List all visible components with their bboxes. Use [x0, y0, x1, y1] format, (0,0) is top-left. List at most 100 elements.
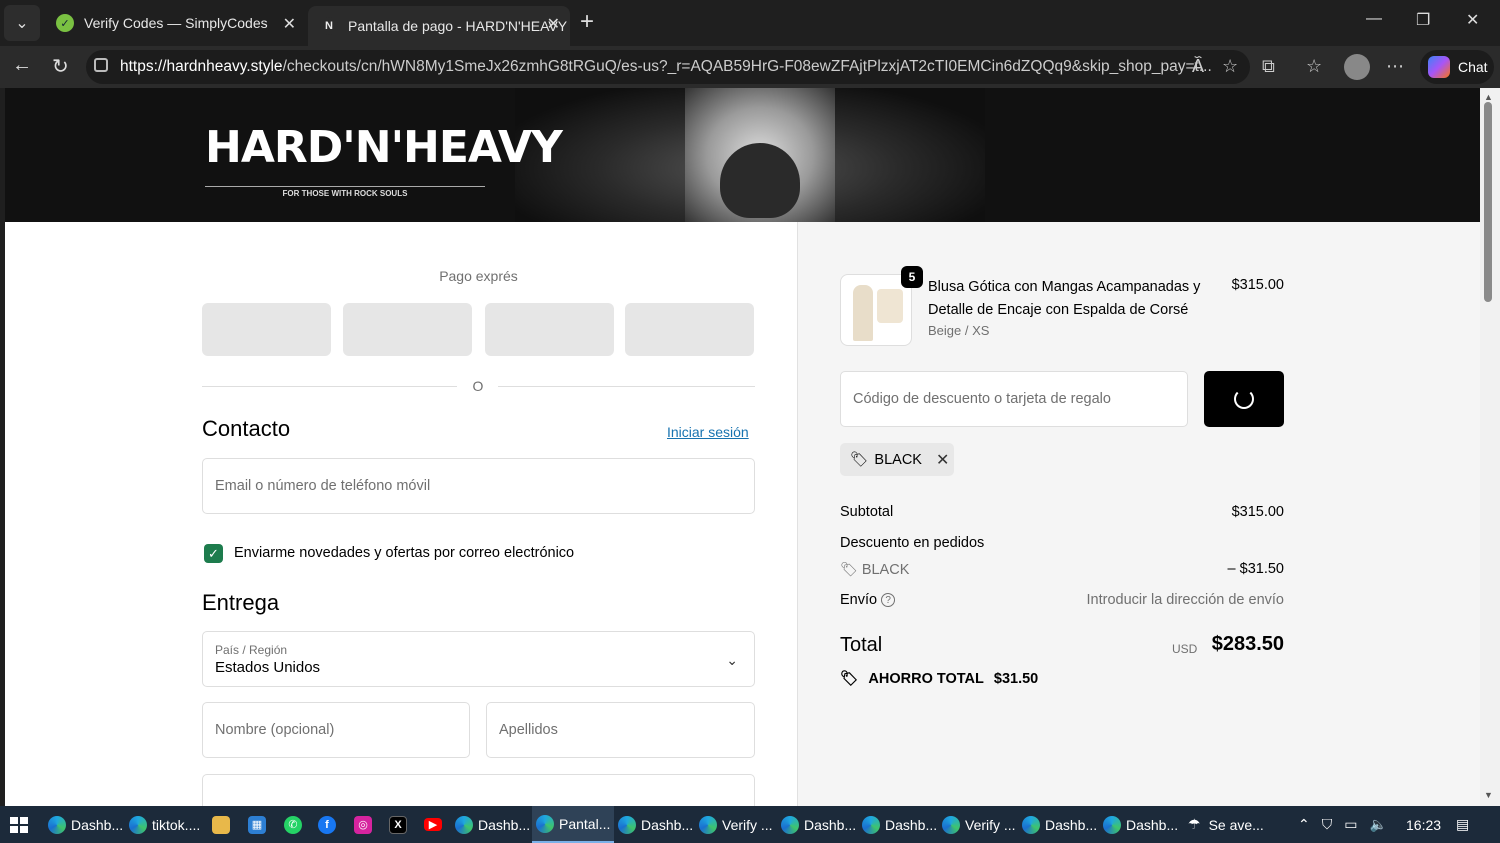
- taskbar-app[interactable]: Dashb...: [1099, 806, 1182, 843]
- discount-detail-row: 🏷 BLACK – $31.50: [840, 561, 1284, 578]
- whatsapp-icon[interactable]: ✆: [280, 806, 306, 843]
- express-pay-button[interactable]: [343, 303, 472, 356]
- taskbar-app-active[interactable]: Pantal...: [532, 806, 615, 843]
- close-tab-icon[interactable]: ✕: [283, 14, 296, 34]
- help-icon[interactable]: ?: [881, 593, 896, 608]
- banner-skull: [720, 143, 800, 218]
- windows-taskbar: Dashb... tiktok.... ▦ ✆ f ◎ X ▶ Dashb...…: [0, 806, 1500, 843]
- currency-code: USD: [1172, 642, 1198, 656]
- copilot-chat-button[interactable]: Chat: [1420, 50, 1494, 84]
- tab-checkout[interactable]: N Pantalla de pago - HARD'N'HEAVY ✕: [308, 6, 570, 46]
- total-label: Total: [840, 634, 883, 656]
- clock[interactable]: 16:23: [1406, 806, 1441, 843]
- instagram-icon[interactable]: ◎: [350, 806, 376, 843]
- tag-icon: 🏷: [840, 561, 858, 577]
- discount-code-input[interactable]: Código de descuento o tarjeta de regalo: [840, 371, 1188, 427]
- logo-tagline: FOR THOSE WITH ROCK SOULS: [205, 186, 485, 198]
- volume-icon[interactable]: 🔈: [1369, 816, 1386, 833]
- notifications-icon[interactable]: ▤: [1456, 806, 1469, 843]
- taskbar-app-label: tiktok....: [152, 816, 201, 833]
- last-name-field[interactable]: Apellidos: [486, 702, 755, 758]
- taskbar-app[interactable]: Dashb...: [1018, 806, 1101, 843]
- site-info-icon[interactable]: [94, 58, 108, 72]
- shield-icon[interactable]: ⛉: [1322, 816, 1333, 833]
- simplycodes-icon: ✓: [56, 14, 74, 32]
- express-pay-button[interactable]: [485, 303, 614, 356]
- subtotal-value: $315.00: [1231, 504, 1284, 520]
- profile-avatar[interactable]: [1344, 54, 1370, 80]
- weather-widget[interactable]: ☂ Se ave...: [1188, 806, 1264, 843]
- close-window-icon[interactable]: ✕: [1466, 10, 1479, 30]
- new-tab-icon[interactable]: +: [580, 8, 594, 36]
- x-icon[interactable]: X: [385, 806, 411, 843]
- favorite-star-icon[interactable]: ☆: [1222, 56, 1238, 77]
- store-logo[interactable]: HARD'N'HEAVY: [205, 126, 563, 170]
- chat-label: Chat: [1458, 59, 1488, 75]
- discount-code: BLACK: [861, 562, 910, 578]
- restore-icon[interactable]: ❐: [1416, 10, 1430, 30]
- scroll-down-icon[interactable]: ▼: [1484, 790, 1493, 800]
- taskbar-app-label: Dashb...: [804, 816, 857, 833]
- checkmark-icon: ✓: [208, 545, 219, 561]
- order-discount-row: Descuento en pedidos: [840, 535, 1284, 551]
- subtotal-label: Subtotal: [840, 504, 894, 520]
- country-select[interactable]: País / Región Estados Unidos ⌄: [202, 631, 755, 687]
- taskbar-app[interactable]: Verify ...: [695, 806, 777, 843]
- newsletter-checkbox[interactable]: ✓: [204, 544, 223, 563]
- tab-title: Pantalla de pago - HARD'N'HEAVY: [348, 18, 568, 34]
- taskbar-app[interactable]: tiktok....: [125, 806, 204, 843]
- remove-discount-icon[interactable]: ✕: [936, 450, 949, 470]
- tab-list-button[interactable]: ⌄: [4, 5, 40, 41]
- more-menu-icon[interactable]: ⋯: [1386, 56, 1404, 77]
- file-explorer-icon[interactable]: [208, 806, 234, 843]
- email-field[interactable]: Email o número de teléfono móvil: [202, 458, 755, 514]
- scrollbar-thumb[interactable]: [1484, 102, 1492, 302]
- address-field[interactable]: [202, 774, 755, 806]
- quantity-badge: 5: [901, 266, 923, 288]
- shipping-row: Envío? Introducir la dirección de envío: [840, 592, 1284, 608]
- express-pay-button[interactable]: [625, 303, 754, 356]
- product-image-model: [853, 285, 873, 341]
- taskbar-app[interactable]: Dashb...: [777, 806, 860, 843]
- taskbar-app[interactable]: Verify ...: [938, 806, 1020, 843]
- tab-verify-codes[interactable]: ✓ Verify Codes — SimplyCodes ✕: [44, 6, 306, 40]
- address-bar[interactable]: https://hardnheavy.style/checkouts/cn/hW…: [86, 50, 1250, 84]
- favorites-icon[interactable]: ☆: [1306, 56, 1322, 77]
- apply-discount-button[interactable]: [1204, 371, 1284, 427]
- first-name-field[interactable]: Nombre (opcional): [202, 702, 470, 758]
- minimize-icon[interactable]: —: [1366, 10, 1382, 28]
- express-pay-button[interactable]: [202, 303, 331, 356]
- page-scrollbar[interactable]: ▲ ▼: [1480, 88, 1500, 806]
- shipping-label: Envío: [840, 592, 878, 608]
- edge-icon: [699, 815, 717, 834]
- back-icon[interactable]: ←: [12, 54, 32, 77]
- extensions-icon[interactable]: ⧉: [1262, 56, 1275, 77]
- taskbar-app[interactable]: Dashb...: [614, 806, 697, 843]
- login-link[interactable]: Iniciar sesión: [667, 424, 749, 440]
- edge-icon: [536, 814, 554, 833]
- network-icon[interactable]: ▭: [1344, 816, 1357, 833]
- tag-icon: 🏷: [850, 452, 869, 468]
- read-aloud-icon[interactable]: A᷈: [1192, 56, 1204, 77]
- taskbar-app[interactable]: Dashb...: [858, 806, 941, 843]
- taskbar-app-label: Dashb...: [1045, 816, 1098, 833]
- store-icon[interactable]: ▦: [244, 806, 270, 843]
- close-tab-icon[interactable]: ✕: [547, 14, 560, 34]
- chevron-up-icon[interactable]: ⌃: [1298, 816, 1310, 833]
- windows-start-icon[interactable]: [10, 817, 28, 833]
- checkout-form: Pago exprés O Contacto Iniciar sesión Em…: [5, 222, 797, 806]
- savings-label: AHORRO TOTAL: [868, 670, 984, 687]
- contact-heading: Contacto: [202, 416, 291, 441]
- applied-discount-chip: 🏷 BLACK ✕: [840, 443, 954, 476]
- chevron-down-icon: ⌄: [15, 15, 29, 32]
- edge-icon: [455, 815, 473, 834]
- taskbar-app[interactable]: Dashb...: [44, 806, 127, 843]
- taskbar-app[interactable]: Dashb...: [451, 806, 534, 843]
- youtube-icon[interactable]: ▶: [420, 806, 446, 843]
- taskbar-app-label: Dashb...: [1126, 816, 1179, 833]
- order-discount-label: Descuento en pedidos: [840, 535, 985, 551]
- scroll-up-icon[interactable]: ▲: [1484, 92, 1493, 102]
- refresh-icon[interactable]: ↻: [52, 54, 69, 79]
- facebook-icon[interactable]: f: [314, 806, 340, 843]
- edge-icon: [862, 815, 880, 834]
